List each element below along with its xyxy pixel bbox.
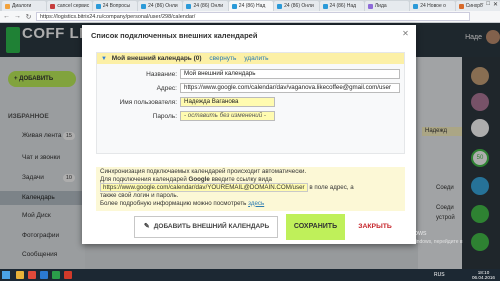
clock-date: 06.04.2016 [472,275,495,280]
window-controls: – □ ✕ [480,1,498,8]
password-label: Пароль: [152,113,177,120]
browser-tab-label: 24 Вопросы [102,3,131,9]
url-field[interactable]: https://logistics.bitrix24.ru/company/pe… [36,12,470,21]
calendar-entry: ▼ Мой внешний календарь (0) свернуть уда… [96,52,405,154]
add-external-calendar-label: ДОБАВИТЬ ВНЕШНИЙ КАЛЕНДАРЬ [153,223,270,230]
tab-favicon-icon [50,3,56,9]
info-line-3: https://www.google.com/calendar/dav/YOUR… [100,183,401,192]
name-label: Название: [146,71,177,78]
info-line-2: Для подключения календарей Google введит… [100,176,401,184]
calendar-entry-header: ▼ Мой внешний календарь (0) свернуть уда… [97,53,404,64]
info-line-2-text: Для подключения календарей [100,175,187,183]
reload-icon[interactable]: ↻ [25,13,32,21]
browser-tab-bar: Диалоги cancel сервис 24 Вопросы 24 (86) Он… [0,0,500,11]
info-line-4: также свой логин и пароль. [100,192,179,199]
browser-tab[interactable]: 24 (86) Онли [183,1,228,11]
sync-info-box: Синхронизация подключаемых календарей пр… [96,167,405,211]
tab-favicon-icon [277,3,283,9]
browser-tab-label: Диалоги [12,3,32,9]
password-field[interactable]: - оставить без изменений - [180,111,275,121]
save-button[interactable]: СОХРАНИТЬ [286,214,345,240]
info-line-5: Более подробную информацию можно посмотр… [100,200,401,208]
browser-tab-label: Лида [374,3,387,9]
watermark-line-1: Активация Windows [362,230,427,237]
info-line-1: Синхронизация подключаемых календарей пр… [100,168,307,175]
example-url: https://www.google.com/calendar/dav/YOUR… [100,183,308,192]
tab-favicon-icon [367,3,373,9]
username-field[interactable]: Надежда Ваганова [180,97,275,107]
clock[interactable]: 18:10 06.04.2016 [472,270,495,280]
browser-tab-label: 24 Новое о [420,3,446,9]
browser-tab[interactable]: 24 (86) Над [228,1,274,11]
browser-tab[interactable]: 24 (86) Над [319,1,364,11]
explorer-icon[interactable] [16,271,24,279]
browser-tab[interactable]: Лида [364,1,410,11]
browser-tab-label: 24 (86) Онли [284,3,314,9]
start-icon[interactable] [2,271,10,279]
language-indicator[interactable]: RUS [434,272,445,278]
address-label: Адрес: [156,85,177,92]
excel-icon[interactable] [52,271,60,279]
tab-favicon-icon [186,3,192,9]
info-line-2-text-end: введите ссылку вида [211,175,272,183]
browser-tab[interactable]: cancel сервис [47,1,92,11]
external-calendars-dialog: Список подключенных внешних календарей ✕… [82,25,416,244]
back-icon[interactable]: ← [3,13,10,20]
tab-favicon-icon [95,3,101,9]
tab-favicon-icon [141,3,147,9]
windows-activation-watermark: Активация Windows Чтобы активировать Win… [362,230,463,246]
tab-favicon-icon [458,3,464,9]
powerpoint-icon[interactable] [64,271,72,279]
google-brand: Google [188,175,210,183]
name-field[interactable]: Мой внешний календарь [180,69,400,79]
collapse-link[interactable]: свернуть [209,55,236,62]
calendar-name-heading: Мой внешний календарь (0) [111,55,202,62]
maximize-icon[interactable]: □ [486,1,490,8]
dialog-title: Список подключенных внешних календарей [91,31,258,40]
watermark-line-2: Чтобы активировать Windows, перейдите в [362,239,463,245]
add-external-calendar-button[interactable]: ✎ ДОБАВИТЬ ВНЕШНИЙ КАЛЕНДАРЬ [134,216,278,238]
tab-favicon-icon [5,3,10,9]
username-label: Имя пользователя: [119,99,177,106]
browser-tab[interactable]: 24 (86) Онли [138,1,183,11]
address-field[interactable]: https://www.google.com/calendar/dav/vaga… [180,83,400,93]
pencil-icon: ✎ [143,223,150,230]
collapse-arrow-icon[interactable]: ▼ [101,56,107,62]
close-icon[interactable]: ✕ [401,29,410,38]
browser-tab-label: 24 (86) Онли [193,3,224,9]
tab-favicon-icon [322,3,328,9]
browser-tab-label: 24 (86) Над [329,3,357,9]
browser-tab-label: 24 (86) Над [238,3,266,9]
info-line-5-text: Более подробную информацию можно посмотр… [100,199,247,207]
chrome-icon[interactable] [28,271,36,279]
details-link[interactable]: здесь [248,200,264,207]
windows-taskbar: RUS 18:10 06.04.2016 [0,269,500,281]
browser-tab[interactable]: 24 (86) Онли [274,1,319,11]
info-line-3-text: в поле адрес, а [309,184,354,191]
browser-tab-label: 24 (86) Онли [148,3,178,9]
minimize-icon[interactable]: – [480,1,483,8]
forward-icon[interactable]: → [14,13,21,20]
tab-favicon-icon [231,3,237,9]
browser-tab-label: cancel сервис [57,3,90,9]
word-icon[interactable] [40,271,48,279]
address-bar: ← → ↻ https://logistics.bitrix24.ru/comp… [0,11,500,23]
delete-link[interactable]: удалить [244,55,268,62]
tab-favicon-icon [413,3,419,9]
close-window-icon[interactable]: ✕ [493,1,498,8]
browser-tab[interactable]: 24 Новое о [410,1,455,11]
browser-tab[interactable]: Диалоги [2,1,47,11]
browser-tab[interactable]: 24 Вопросы [92,1,138,11]
